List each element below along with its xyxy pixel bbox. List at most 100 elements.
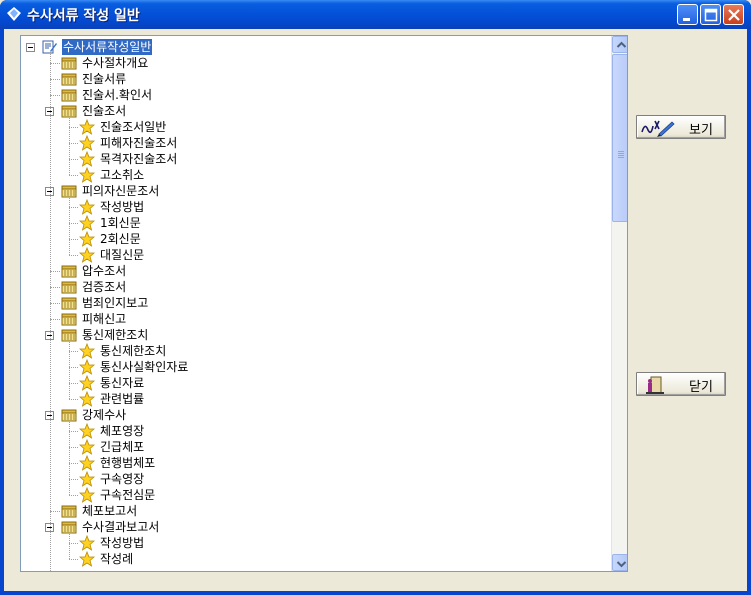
maximize-button[interactable] (700, 4, 721, 25)
tree-connector (69, 255, 78, 256)
scroll-up-button[interactable] (612, 36, 627, 53)
tree-leaf[interactable]: 구속영장 (21, 470, 611, 487)
tree-leaf[interactable]: 목격자진술조서 (21, 150, 611, 167)
star-icon (78, 438, 96, 455)
tree-item[interactable]: 범죄인지보고 (21, 295, 611, 311)
tree-connector (50, 287, 60, 288)
maximize-icon (704, 8, 718, 22)
tree-node-label: 진술조서일반 (100, 120, 167, 134)
star-icon (78, 342, 96, 359)
tree-connector (50, 52, 51, 571)
tree-node-label: 긴급체포 (100, 440, 145, 454)
tree-leaf[interactable]: 관련법률 (21, 390, 611, 407)
tree-root[interactable]: 수사서류작성일반 (21, 39, 611, 55)
tree-item[interactable]: 강제수사 (21, 407, 611, 423)
close-button[interactable]: 닫기 (636, 372, 726, 396)
tree-leaf[interactable]: 통신제한조치 (21, 342, 611, 359)
tree-connector (69, 532, 70, 559)
tree-leaf[interactable]: 작성례 (21, 550, 611, 567)
document-tree[interactable]: 수사서류작성일반 수사절차개요 진술서류 진술서.확인서 진술조서진술조서일반피해자진술… (20, 35, 628, 572)
tree-item[interactable]: 체포보고서 (21, 503, 611, 519)
tree-leaf[interactable]: 통신사실확인자료 (21, 358, 611, 375)
tree-leaf[interactable]: 고소취소 (21, 166, 611, 183)
tree-item[interactable]: 통신제한조치 (21, 327, 611, 343)
scroll-thumb[interactable] (612, 54, 627, 222)
tree-connector (69, 383, 78, 384)
tree-node-label: 통신사실확인자료 (100, 360, 189, 374)
tree-node-label: 현행범체포 (100, 456, 156, 470)
tree-node-label: 통신제한조치 (100, 344, 167, 358)
star-icon (78, 150, 96, 167)
close-window-button[interactable] (723, 4, 744, 25)
tree-leaf[interactable]: 1회신문 (21, 214, 611, 231)
tree-item[interactable]: 진술서류 (21, 71, 611, 87)
tree-leaf[interactable]: 구속전심문 (21, 486, 611, 503)
tree-connector (50, 271, 60, 272)
tree-leaf[interactable]: 진술조서일반 (21, 118, 611, 135)
tree-leaf[interactable]: 작성방법 (21, 198, 611, 215)
tree-connector (50, 63, 60, 64)
tree-node-label: 체포보고서 (82, 504, 138, 518)
tree-node-label: 수사서류작성일반 (62, 39, 153, 55)
tree-item[interactable]: 수사절차개요 (21, 55, 611, 71)
window-frame (747, 29, 751, 595)
tree-connector (50, 319, 60, 320)
tree-leaf[interactable]: 대질신문 (21, 246, 611, 263)
tree-node-label: 수사결과보고서 (82, 520, 160, 534)
tree-node-label: 작성방법 (100, 536, 145, 550)
tree-item[interactable]: 피해신고 (21, 311, 611, 327)
tree-connector (69, 196, 70, 255)
tree-connector (50, 303, 60, 304)
tree-node-label: 작성방법 (100, 200, 145, 214)
title-bar[interactable]: 수사서류 작성 일반 (0, 0, 751, 29)
tree-item[interactable]: 수사결과보고서 (21, 519, 611, 535)
tree-leaf[interactable]: 체포영장 (21, 422, 611, 439)
scroll-down-button[interactable] (612, 554, 627, 571)
view-button[interactable]: 보기 (636, 115, 726, 139)
book-icon (61, 71, 77, 87)
tree-node-label: 검증조서 (82, 280, 127, 294)
tree-node-label: 피해자진술조서 (100, 136, 178, 150)
tree-item[interactable]: 피의자신문조서 (21, 183, 611, 199)
book-icon (61, 295, 77, 311)
tree-node-label: 수사절차개요 (82, 56, 149, 70)
tree-node-label: 압수조서 (82, 264, 127, 278)
tree-leaf[interactable]: 피해자진술조서 (21, 134, 611, 151)
tree-leaf[interactable]: 작성방법 (21, 534, 611, 551)
star-icon (78, 534, 96, 551)
tree-item[interactable]: 검증조서 (21, 279, 611, 295)
document-root-icon (41, 39, 57, 55)
app-icon (7, 7, 21, 21)
tree-connector (69, 159, 78, 160)
star-icon (78, 422, 96, 439)
tree-leaf[interactable]: 긴급체포 (21, 438, 611, 455)
book-icon (61, 503, 77, 519)
pen-signature-icon (641, 120, 675, 137)
tree-connector (69, 223, 78, 224)
tree-item[interactable]: 진술조서 (21, 103, 611, 119)
tree-connector (69, 127, 78, 128)
vertical-scrollbar[interactable] (611, 36, 627, 571)
book-icon (61, 311, 77, 327)
tree-node-label: 작성례 (100, 552, 134, 566)
star-icon (78, 214, 96, 231)
tree-item[interactable]: 진술서.확인서 (21, 87, 611, 103)
tree-item[interactable]: 압수조서 (21, 263, 611, 279)
tree-node-label: 진술조서 (82, 104, 127, 118)
book-icon (61, 87, 77, 103)
tree-node-label: 관련법률 (100, 392, 145, 406)
tree-node-label: 강제수사 (82, 408, 127, 422)
tree-node-label: 통신제한조치 (82, 328, 149, 342)
tree-connector (69, 116, 70, 175)
tree-node-label: 구속전심문 (100, 488, 156, 502)
tree-connector (69, 351, 78, 352)
tree-connector (69, 175, 78, 176)
tree-connector (69, 420, 70, 495)
tree-leaf[interactable]: 현행범체포 (21, 454, 611, 471)
star-icon (78, 134, 96, 151)
tree-leaf[interactable]: 2회신문 (21, 230, 611, 247)
minimize-button[interactable] (677, 4, 698, 25)
collapse-toggle[interactable] (26, 43, 35, 52)
tree-leaf[interactable]: 통신자료 (21, 374, 611, 391)
star-icon (78, 198, 96, 215)
